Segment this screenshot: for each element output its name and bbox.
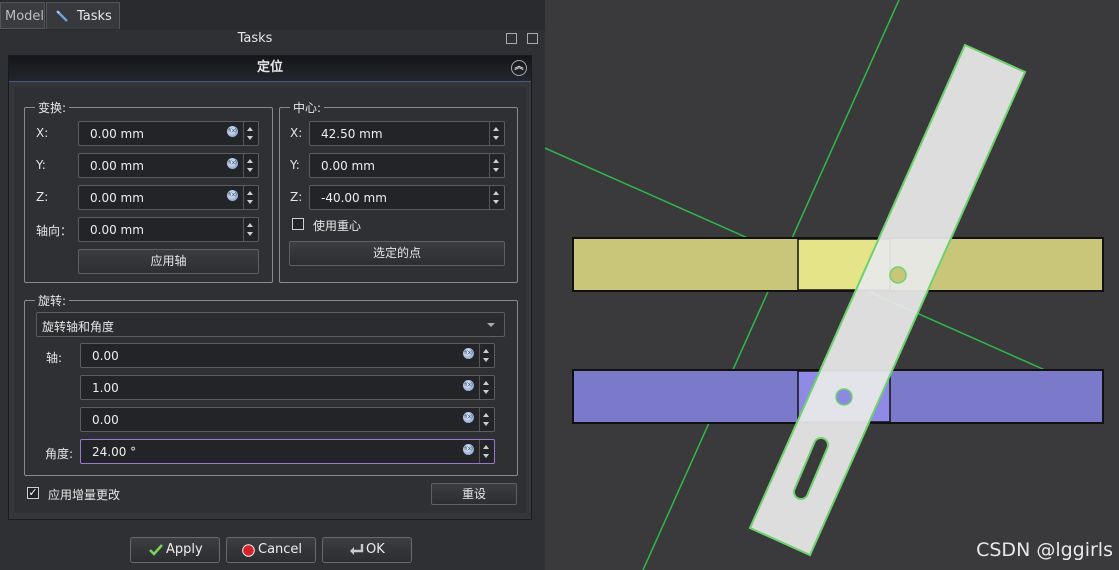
chevron-down-icon (487, 323, 495, 327)
dialog-body: 变换: X: 0.00 mm f(x) Y: 0.00 mm f(x) Z: 0… (14, 87, 526, 513)
translation-z-label: Z: (36, 190, 49, 204)
translation-x-value: 0.00 mm (90, 127, 144, 141)
spin-buttons[interactable] (243, 186, 258, 209)
tab-model[interactable]: Model (0, 2, 45, 29)
spin-buttons[interactable] (243, 154, 258, 177)
rotation-axis-x-value: 0.00 (92, 349, 119, 363)
tasks-icon (56, 10, 68, 22)
placement-dialog: 定位 ︽ 变换: X: 0.00 mm f(x) Y: 0.00 mm f(x)… (8, 55, 532, 520)
apply-axis-button[interactable]: 应用轴 (78, 249, 259, 274)
rotation-angle-value: 24.00 ° (92, 445, 137, 459)
3d-viewport[interactable]: CSDN @lggirls (545, 0, 1119, 570)
ok-label: OK (366, 542, 385, 557)
panel-title: Tasks (237, 31, 273, 46)
selected-points-button[interactable]: 选定的点 (289, 241, 505, 266)
incremental-label: 应用增量更改 (48, 488, 121, 502)
center-x-value: 42.50 mm (321, 127, 383, 141)
collapse-icon[interactable]: ︽ (511, 60, 527, 76)
use-center-of-mass-label: 使用重心 (313, 219, 362, 233)
translation-y-field[interactable]: 0.00 mm f(x) (78, 153, 259, 178)
tab-tasks-label: Tasks (77, 9, 112, 24)
center-z-value: -40.00 mm (321, 191, 387, 205)
float-icon[interactable] (506, 33, 517, 44)
watermark: CSDN @lggirls (976, 539, 1113, 561)
ok-button[interactable]: OK (322, 537, 412, 563)
rotation-angle-field[interactable]: 24.00 ° f(x) (80, 439, 495, 464)
plate-hole-bottom (835, 388, 853, 406)
tab-tasks[interactable]: Tasks (46, 2, 120, 29)
translation-y-label: Y: (36, 158, 46, 172)
center-x-field[interactable]: 42.50 mm (309, 121, 505, 146)
tab-bar: Model Tasks (0, 0, 545, 30)
rotation-mode-value: 旋转轴和角度 (42, 320, 115, 334)
apply-button[interactable]: Apply (130, 537, 220, 563)
expression-icon[interactable]: f(x) (463, 444, 474, 455)
center-z-field[interactable]: -40.00 mm (309, 185, 505, 210)
expression-icon[interactable]: f(x) (227, 158, 238, 169)
rotation-axis-x-field[interactable]: 0.00 f(x) (80, 343, 495, 368)
translation-x-label: X: (36, 126, 49, 140)
spin-buttons[interactable] (489, 186, 504, 209)
check-icon (149, 544, 163, 556)
translation-axial-label: 轴向： (36, 224, 73, 238)
translation-axial-value: 0.00 mm (90, 223, 144, 237)
undock-icon[interactable] (527, 33, 538, 44)
spin-buttons[interactable] (489, 154, 504, 177)
cancel-label: Cancel (258, 542, 303, 557)
rotation-axis-z-field[interactable]: 0.00 f(x) (80, 407, 495, 432)
expression-icon[interactable]: f(x) (463, 348, 474, 359)
rotation-axis-y-field[interactable]: 1.00 f(x) (80, 375, 495, 400)
spin-buttons[interactable] (479, 376, 494, 399)
dialog-title: 定位 (256, 60, 283, 75)
center-y-value: 0.00 mm (321, 159, 375, 173)
cancel-button[interactable]: Cancel (226, 537, 316, 563)
rotation-axis-y-value: 1.00 (92, 381, 119, 395)
center-legend: 中心: (293, 101, 322, 115)
incremental-checkbox[interactable]: ✓ (27, 487, 39, 499)
rotation-legend: 旋转: (38, 294, 67, 308)
expression-icon[interactable]: f(x) (227, 126, 238, 137)
rotation-axis-label: 轴: (46, 351, 63, 365)
rotation-mode-select[interactable]: 旋转轴和角度 (36, 312, 505, 337)
translation-z-field[interactable]: 0.00 mm f(x) (78, 185, 259, 210)
tab-model-label: Model (5, 9, 45, 24)
dialog-title-bar: 定位 ︽ (9, 56, 531, 82)
translation-axial-field[interactable]: 0.00 mm (78, 217, 259, 242)
spin-buttons[interactable] (243, 218, 258, 241)
plate-hole-top (889, 266, 907, 284)
translation-x-field[interactable]: 0.00 mm f(x) (78, 121, 259, 146)
expression-icon[interactable]: f(x) (463, 380, 474, 391)
center-x-label: X: (290, 126, 303, 140)
use-center-of-mass-checkbox[interactable] (292, 218, 304, 230)
center-y-field[interactable]: 0.00 mm (309, 153, 505, 178)
stop-icon (242, 544, 255, 557)
reset-button[interactable]: 重设 (431, 483, 517, 505)
spin-buttons[interactable] (479, 344, 494, 367)
spin-buttons[interactable] (489, 122, 504, 145)
translation-legend: 变换: (38, 101, 67, 115)
rotation-axis-z-value: 0.00 (92, 413, 119, 427)
translation-z-value: 0.00 mm (90, 191, 144, 205)
apply-label: Apply (166, 542, 203, 557)
spin-buttons[interactable] (479, 408, 494, 431)
spin-buttons[interactable] (243, 122, 258, 145)
expression-icon[interactable]: f(x) (463, 412, 474, 423)
expression-icon[interactable]: f(x) (227, 190, 238, 201)
translation-y-value: 0.00 mm (90, 159, 144, 173)
enter-icon (350, 544, 364, 555)
center-y-label: Y: (290, 158, 300, 172)
rotated-plate[interactable] (748, 43, 1027, 557)
scene-canvas[interactable] (545, 0, 1119, 570)
task-panel: Model Tasks Tasks 定位 ︽ 变换: X: 0.00 mm f(… (0, 0, 545, 570)
spin-buttons[interactable] (479, 440, 494, 463)
rotation-angle-label: 角度: (45, 447, 74, 461)
center-z-label: Z: (290, 190, 303, 204)
